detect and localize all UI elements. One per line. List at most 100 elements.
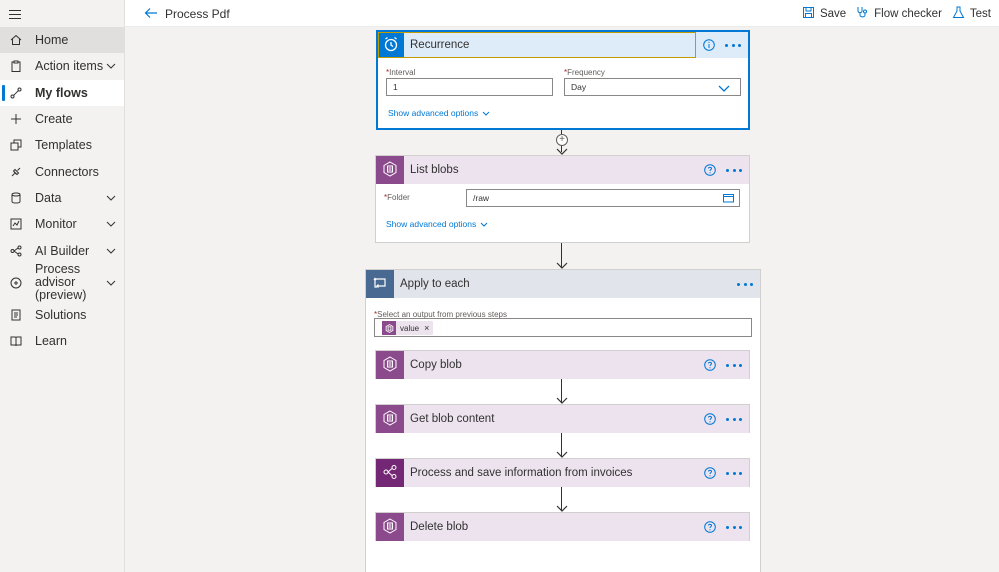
apply-to-each-card[interactable]: Apply to each *Select an output from pre… <box>365 269 761 572</box>
delete-blob-card[interactable]: Delete blob <box>375 512 750 541</box>
more-options-icon[interactable] <box>737 279 753 289</box>
card-title: Recurrence <box>410 39 470 51</box>
recurrence-card[interactable]: Recurrence *Interval 1 *Frequency Day Sh… <box>376 30 750 130</box>
frequency-select[interactable]: Day <box>564 78 741 96</box>
more-options-icon[interactable] <box>726 360 742 370</box>
database-icon <box>10 192 22 204</box>
ai-builder-icon <box>10 245 22 257</box>
hamburger-menu-icon[interactable] <box>8 6 24 22</box>
sidebar-item-label: Monitor <box>35 217 77 232</box>
help-icon[interactable] <box>704 521 716 533</box>
sidebar-item-create[interactable]: Create <box>0 106 124 132</box>
sidebar-item-label: Templates <box>35 138 92 153</box>
get-blob-content-header[interactable]: Get blob content <box>376 405 749 433</box>
arrowhead-icon <box>556 397 568 404</box>
sidebar-item-home[interactable]: Home <box>0 27 124 54</box>
stethoscope-icon <box>856 6 869 22</box>
flow-checker-button[interactable]: Flow checker <box>856 6 942 22</box>
help-icon[interactable] <box>704 164 716 176</box>
sidebar-item-templates[interactable]: Templates <box>0 132 124 158</box>
sidebar-item-label-line1: Process advisor <box>35 262 81 290</box>
chevron-down-icon <box>482 108 490 118</box>
chevron-down-icon[interactable] <box>106 221 116 227</box>
card-title: Apply to each <box>400 278 470 290</box>
info-icon[interactable] <box>703 39 715 51</box>
list-blobs-header[interactable]: List blobs <box>376 156 749 184</box>
list-blobs-card[interactable]: List blobs *Folder /raw Show advanced op… <box>375 155 750 243</box>
chevron-down-icon[interactable] <box>718 84 730 94</box>
sidebar-item-label: Create <box>35 112 73 127</box>
card-icon-box <box>378 32 404 58</box>
frequency-label: *Frequency <box>564 68 605 77</box>
back-arrow-icon[interactable] <box>144 6 158 20</box>
card-title: Delete blob <box>410 521 469 533</box>
copy-blob-card[interactable]: Copy blob <box>375 350 750 379</box>
more-options-icon[interactable] <box>726 468 742 478</box>
arrowhead-icon <box>556 262 568 269</box>
chevron-down-icon[interactable] <box>106 195 116 201</box>
copy-blob-header[interactable]: Copy blob <box>376 351 749 379</box>
chevron-down-icon[interactable] <box>106 248 116 254</box>
remove-token-icon[interactable]: × <box>424 323 429 333</box>
sidebar-item-solutions[interactable]: Solutions <box>0 302 124 328</box>
more-options-icon[interactable] <box>725 40 741 50</box>
interval-input[interactable]: 1 <box>386 78 553 96</box>
chevron-down-icon[interactable] <box>106 63 116 70</box>
show-advanced-options-link[interactable]: Show advanced options <box>388 108 490 118</box>
arrowhead-icon <box>556 148 568 155</box>
sidebar-item-action-items[interactable]: Action items <box>0 53 124 79</box>
help-icon[interactable] <box>704 467 716 479</box>
insert-step-button[interactable]: + <box>556 134 568 146</box>
process-advisor-icon <box>10 277 22 289</box>
flask-icon <box>952 6 965 22</box>
sidebar-item-label: My flows <box>35 85 88 100</box>
save-button[interactable]: Save <box>802 6 846 22</box>
sidebar-item-label: AI Builder <box>35 243 90 258</box>
help-icon[interactable] <box>704 413 716 425</box>
sidebar-item-monitor[interactable]: Monitor <box>0 211 124 237</box>
card-title: Copy blob <box>410 359 462 371</box>
card-title: Process and save information from invoic… <box>410 467 633 479</box>
frequency-label-text: Frequency <box>567 68 605 77</box>
designer-canvas: Recurrence *Interval 1 *Frequency Day Sh… <box>125 28 999 572</box>
left-navigation: Home Action items My flows Create Templa… <box>0 0 125 572</box>
card-icon-box <box>376 351 404 379</box>
folder-value: /raw <box>473 193 490 203</box>
arrowhead-icon <box>556 451 568 458</box>
sidebar-item-data[interactable]: Data <box>0 185 124 211</box>
sidebar-item-learn[interactable]: Learn <box>0 328 124 354</box>
dynamic-content-token[interactable]: value × <box>382 321 434 335</box>
more-options-icon[interactable] <box>726 165 742 175</box>
alarm-clock-icon <box>383 36 399 55</box>
test-button[interactable]: Test <box>952 6 991 22</box>
sidebar-item-label: Solutions <box>35 307 87 322</box>
apply-to-each-header[interactable]: Apply to each <box>366 270 760 298</box>
recurrence-header[interactable]: Recurrence <box>378 32 748 58</box>
sidebar-item-process-advisor[interactable]: Process advisor (preview) <box>0 262 124 302</box>
blob-storage-icon <box>382 355 398 375</box>
sidebar-item-my-flows[interactable]: My flows <box>0 79 124 106</box>
templates-icon <box>10 139 22 151</box>
sidebar-item-connectors[interactable]: Connectors <box>0 158 124 184</box>
folder-input[interactable]: /raw <box>466 189 740 207</box>
folder-picker-icon[interactable] <box>723 193 734 205</box>
process-invoices-card[interactable]: Process and save information from invoic… <box>375 458 750 487</box>
page-title: Process Pdf <box>165 7 230 21</box>
sidebar-item-ai-builder[interactable]: AI Builder <box>0 237 124 263</box>
get-blob-content-card[interactable]: Get blob content <box>375 404 750 433</box>
process-invoices-header[interactable]: Process and save information from invoic… <box>376 459 749 487</box>
card-icon-box <box>376 405 404 433</box>
loop-icon <box>372 275 388 294</box>
home-icon <box>10 34 22 46</box>
delete-blob-header[interactable]: Delete blob <box>376 513 749 541</box>
more-options-icon[interactable] <box>726 522 742 532</box>
save-icon <box>802 6 815 22</box>
token-label: value <box>400 323 420 333</box>
chevron-down-icon[interactable] <box>106 280 116 286</box>
chevron-down-icon <box>480 219 488 229</box>
more-options-icon[interactable] <box>726 414 742 424</box>
connector-arrow <box>556 487 568 512</box>
advanced-label: Show advanced options <box>386 219 477 229</box>
help-icon[interactable] <box>704 359 716 371</box>
show-advanced-options-link[interactable]: Show advanced options <box>386 219 488 229</box>
